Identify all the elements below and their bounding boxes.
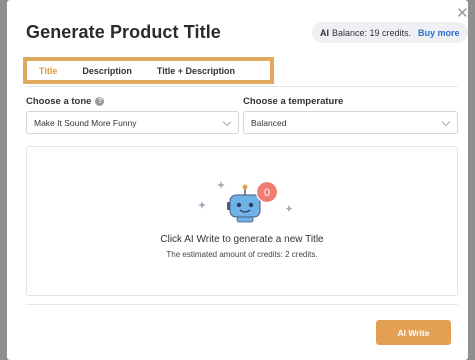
tone-selected-value: Make It Sound More Funny [34, 117, 137, 128]
temperature-select[interactable]: Balanced [243, 111, 458, 134]
robot-icon [198, 181, 293, 223]
help-icon[interactable]: ? [95, 97, 105, 106]
tone-select[interactable]: Make It Sound More Funny [26, 111, 239, 134]
badge-count: 0 [264, 187, 270, 199]
generate-title-modal: Generate Product Title AI Balance: 19 cr… [7, 0, 469, 360]
divider [26, 86, 458, 87]
chevron-down-icon [441, 117, 451, 127]
empty-state-message: Click AI Write to generate a new Title [160, 234, 324, 245]
balance-text: Balance: 19 credits. [332, 27, 412, 38]
output-panel: 0 Click AI Write to generate a new Title… [26, 146, 458, 296]
ai-label: AI [320, 27, 329, 38]
temperature-label: Choose a temperature [243, 96, 343, 107]
temperature-label-text: Choose a temperature [243, 96, 344, 107]
notification-badge: 0 [255, 180, 279, 204]
divider [26, 304, 458, 305]
tone-label: Choose a tone ? [26, 96, 105, 107]
ai-write-button[interactable]: AI Write [376, 320, 451, 345]
credit-estimate: The estimated amount of credits: 2 credi… [166, 250, 318, 259]
tab-title-description[interactable]: Title + Description [157, 66, 235, 76]
modal-title: Generate Product Title [26, 22, 221, 42]
tab-title[interactable]: Title [39, 66, 57, 76]
tabs-bar: Title Description Title + Description [23, 57, 274, 84]
chevron-down-icon [222, 117, 232, 127]
close-icon[interactable]: ✕ [456, 6, 469, 21]
tone-label-text: Choose a tone [26, 96, 92, 107]
tab-description[interactable]: Description [82, 66, 132, 76]
credit-balance-badge: AI Balance: 19 credits. Buy more [312, 22, 468, 43]
buy-more-link[interactable]: Buy more [418, 28, 460, 38]
temperature-selected-value: Balanced [251, 117, 287, 128]
